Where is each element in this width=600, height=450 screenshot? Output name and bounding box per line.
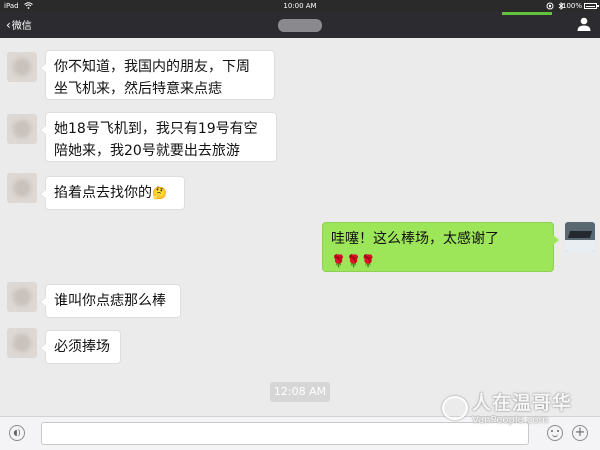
message-line: 她18号飞机到，我只有19号有空 <box>54 121 258 137</box>
chat-area: 你不知道，我国内的朋友，下周 坐飞机来，然后特意来点痣 她18号飞机到，我只有1… <box>0 38 600 416</box>
avatar-self[interactable] <box>565 222 595 252</box>
watermark-text-cn: 人在温哥华 <box>472 392 573 414</box>
watermark: 人在温哥华 VanPeople.com <box>442 388 600 430</box>
rose-emoji-icon: 🌹🌹🌹 <box>331 254 376 268</box>
status-time: 10:00 AM <box>283 2 317 10</box>
avatar[interactable] <box>7 328 37 358</box>
message-bubble[interactable]: 谁叫你点痣那么棒 <box>40 284 181 318</box>
status-bar: iPad 10:00 AM 100% <box>0 0 600 12</box>
message-line: 坐飞机来，然后特意来点痣 <box>54 81 222 97</box>
battery-percent: 100% <box>561 2 582 10</box>
chevron-left-icon: ‹ <box>6 18 11 32</box>
watermark-text-en: VanPeople.com <box>472 415 549 426</box>
avatar[interactable] <box>7 114 37 144</box>
nav-accent-bar <box>502 12 552 15</box>
avatar[interactable] <box>7 173 37 203</box>
message-text: 谁叫你点痣那么棒 <box>54 293 166 309</box>
battery-icon <box>584 3 599 9</box>
message-bubble[interactable]: 必须捧场 <box>40 330 121 364</box>
voice-button[interactable]: ◖) <box>9 425 25 441</box>
nav-bar: ‹微信 <box>0 12 600 38</box>
avatar[interactable] <box>7 282 37 312</box>
message-text: 必须捧场 <box>54 339 110 355</box>
back-label: 微信 <box>11 21 32 32</box>
avatar[interactable] <box>7 52 37 82</box>
profile-button[interactable] <box>576 16 592 32</box>
message-bubble[interactable]: 掐着点去找你的🤔 <box>40 176 185 210</box>
thinking-emoji-icon: 🤔 <box>152 186 167 200</box>
back-button[interactable]: ‹微信 <box>6 18 32 34</box>
message-line: 你不知道，我国内的朋友，下周 <box>54 59 250 75</box>
voice-icon: ◖) <box>13 428 21 437</box>
message-bubble-outgoing[interactable]: 哇噻！这么棒场，太感谢了 🌹🌹🌹 <box>322 222 559 272</box>
person-icon <box>577 17 591 31</box>
message-bubble[interactable]: 你不知道，我国内的朋友，下周 坐飞机来，然后特意来点痣 <box>40 50 275 100</box>
message-bubble[interactable]: 她18号飞机到，我只有19号有空 陪她来，我20号就要出去旅游 <box>40 112 277 162</box>
battery-fill <box>586 6 595 7</box>
watermark-logo-icon <box>442 396 468 420</box>
message-line: 哇噻！这么棒场，太感谢了 <box>331 231 499 247</box>
timestamp: 12:08 AM <box>270 382 330 402</box>
message-text: 掐着点去找你的 <box>54 185 152 201</box>
orientation-lock-icon <box>546 2 554 12</box>
message-line: 陪她来，我20号就要出去旅游 <box>54 143 240 159</box>
chat-title-blurred <box>278 19 322 32</box>
